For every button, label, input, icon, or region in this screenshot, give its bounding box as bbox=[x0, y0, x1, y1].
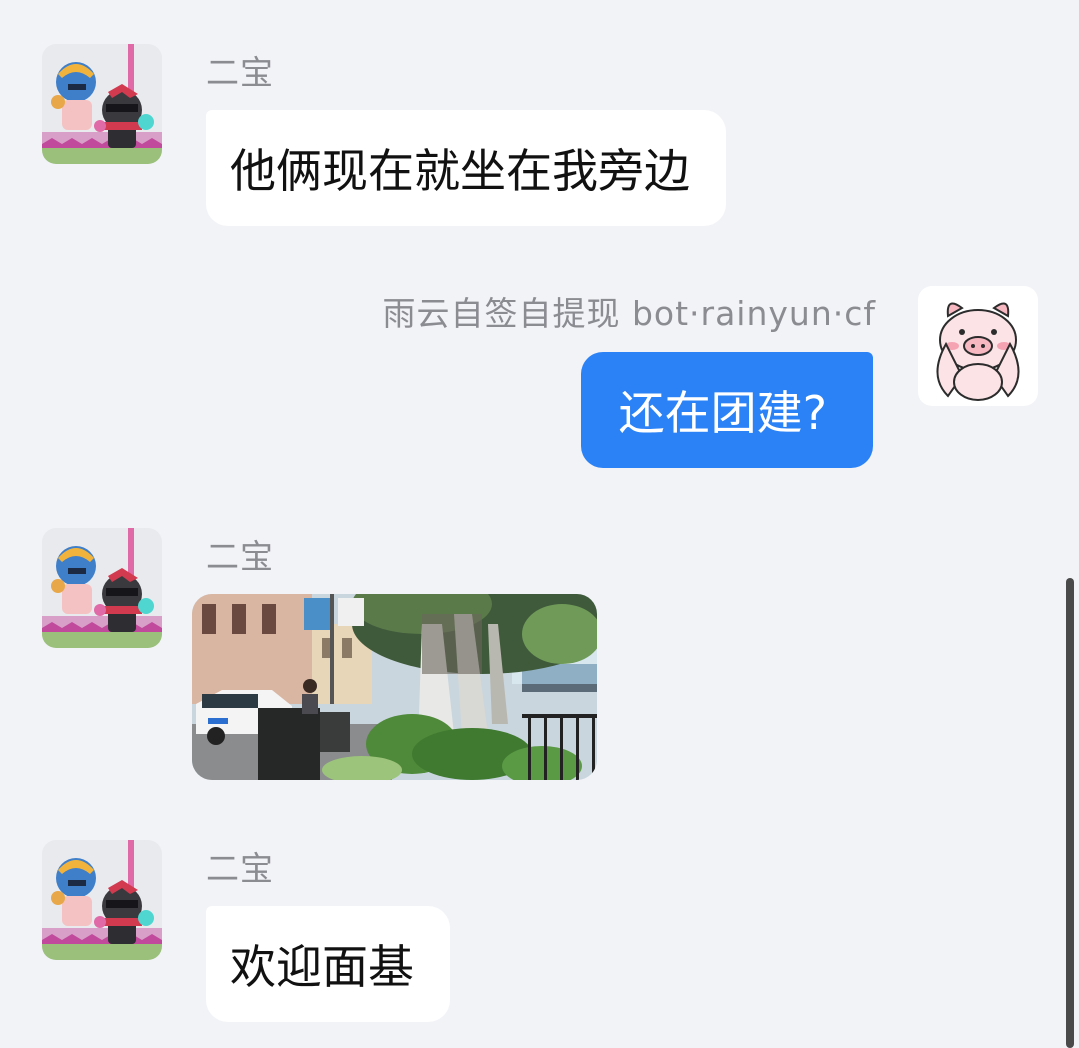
sender-name: 二宝 bbox=[206, 849, 274, 888]
sender-avatar-icon[interactable] bbox=[42, 840, 162, 960]
message-bubble[interactable]: 他俩现在就坐在我旁边 bbox=[206, 110, 726, 226]
my-avatar-icon[interactable] bbox=[918, 286, 1038, 406]
chat-message-list[interactable]: 二宝 他俩现在就坐在我旁边 雨云自签自提现 bot·rainyun·cf 还在团… bbox=[0, 0, 1079, 1048]
image-message[interactable] bbox=[192, 594, 597, 780]
message-bubble[interactable]: 还在团建? bbox=[580, 352, 873, 468]
street-photo-image bbox=[192, 594, 597, 780]
message-bubble[interactable]: 欢迎面基 bbox=[206, 906, 450, 1022]
sender-avatar-icon[interactable] bbox=[42, 528, 162, 648]
sender-name: 二宝 bbox=[206, 537, 274, 576]
sender-name: 雨云自签自提现 bot·rainyun·cf bbox=[382, 294, 876, 333]
scrollbar[interactable] bbox=[1066, 578, 1074, 1048]
sender-name: 二宝 bbox=[206, 53, 274, 92]
sender-avatar-icon[interactable] bbox=[42, 44, 162, 164]
